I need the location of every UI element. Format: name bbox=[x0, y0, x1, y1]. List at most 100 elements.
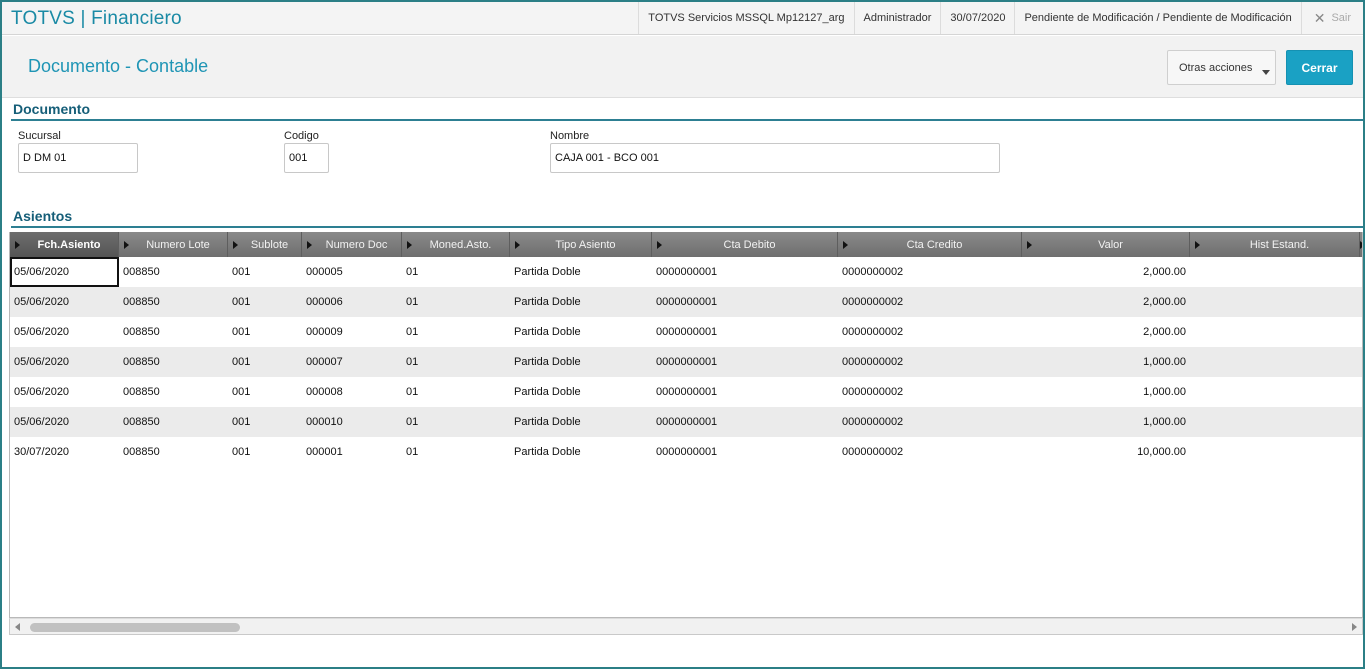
table-row[interactable]: 05/06/2020 008850 001 000008 01 Partida Doble… bbox=[10, 377, 1362, 407]
table-row[interactable]: 05/06/2020 008850 001 000006 01 Partida Doble… bbox=[10, 287, 1362, 317]
column-header[interactable]: Sublote bbox=[228, 232, 302, 257]
table-cell[interactable] bbox=[1190, 347, 1360, 377]
column-header[interactable]: Tipo Asiento bbox=[510, 232, 652, 257]
table-cell[interactable]: Partida Doble bbox=[510, 407, 652, 437]
nombre-field[interactable] bbox=[550, 143, 1000, 173]
table-cell[interactable]: F bbox=[1360, 407, 1362, 437]
table-cell[interactable]: F bbox=[1360, 287, 1362, 317]
table-cell[interactable]: Partida Doble bbox=[510, 257, 652, 287]
table-cell[interactable]: 000008 bbox=[302, 377, 402, 407]
table-cell[interactable]: 008850 bbox=[119, 437, 228, 467]
table-cell[interactable]: 0000000002 bbox=[838, 257, 1022, 287]
table-cell[interactable]: Partida Doble bbox=[510, 317, 652, 347]
column-header[interactable]: Hist Estand. bbox=[1190, 232, 1360, 257]
table-cell[interactable]: 001 bbox=[228, 257, 302, 287]
table-cell[interactable]: F bbox=[1360, 347, 1362, 377]
table-cell[interactable]: 05/06/2020 bbox=[10, 347, 119, 377]
table-cell[interactable]: F bbox=[1360, 377, 1362, 407]
column-header[interactable]: Numero Doc bbox=[302, 232, 402, 257]
column-header[interactable] bbox=[1360, 232, 1362, 257]
table-cell[interactable]: 05/06/2020 bbox=[10, 287, 119, 317]
table-cell[interactable]: Partida Doble bbox=[510, 347, 652, 377]
table-cell[interactable]: 0000000002 bbox=[838, 407, 1022, 437]
table-cell[interactable]: 008850 bbox=[119, 287, 228, 317]
scroll-left-icon[interactable] bbox=[15, 623, 20, 631]
table-row[interactable]: 05/06/2020 008850 001 000010 01 Partida Doble… bbox=[10, 407, 1362, 437]
table-cell[interactable]: Partida Doble bbox=[510, 377, 652, 407]
table-cell[interactable]: 05/06/2020 bbox=[10, 317, 119, 347]
table-row[interactable]: 05/06/2020 008850 001 000009 01 Partida Doble… bbox=[10, 317, 1362, 347]
table-cell[interactable]: 2,000.00 bbox=[1022, 317, 1190, 347]
table-cell[interactable]: F bbox=[1360, 437, 1362, 467]
table-row[interactable]: 05/06/2020 008850 001 000005 01 Partida Doble… bbox=[10, 257, 1362, 287]
table-cell[interactable]: 000009 bbox=[302, 317, 402, 347]
table-cell[interactable]: 0000000002 bbox=[838, 287, 1022, 317]
table-cell[interactable]: 0000000001 bbox=[652, 347, 838, 377]
scroll-right-icon[interactable] bbox=[1352, 623, 1357, 631]
table-cell[interactable]: 0000000001 bbox=[652, 317, 838, 347]
table-cell[interactable]: 001 bbox=[228, 287, 302, 317]
table-cell[interactable]: 008850 bbox=[119, 407, 228, 437]
table-cell[interactable]: 001 bbox=[228, 347, 302, 377]
table-cell[interactable]: 05/06/2020 bbox=[10, 407, 119, 437]
column-header[interactable]: Moned.Asto. bbox=[402, 232, 510, 257]
column-header[interactable]: Fch.Asiento bbox=[10, 232, 119, 257]
table-cell[interactable] bbox=[1190, 407, 1360, 437]
table-cell[interactable]: 1,000.00 bbox=[1022, 347, 1190, 377]
table-cell[interactable]: 0000000001 bbox=[652, 257, 838, 287]
table-cell[interactable]: 1,000.00 bbox=[1022, 377, 1190, 407]
table-cell[interactable]: 0000000001 bbox=[652, 377, 838, 407]
table-cell[interactable]: 0000000001 bbox=[652, 437, 838, 467]
table-cell[interactable]: 000007 bbox=[302, 347, 402, 377]
sucursal-field[interactable] bbox=[18, 143, 138, 173]
table-cell[interactable]: 05/06/2020 bbox=[10, 257, 119, 287]
table-cell[interactable]: 0000000001 bbox=[652, 407, 838, 437]
table-cell[interactable]: 01 bbox=[402, 287, 510, 317]
column-header[interactable]: Cta Debito bbox=[652, 232, 838, 257]
column-header[interactable]: Cta Credito bbox=[838, 232, 1022, 257]
table-cell[interactable] bbox=[1190, 317, 1360, 347]
table-cell[interactable] bbox=[1190, 287, 1360, 317]
table-cell[interactable]: 000006 bbox=[302, 287, 402, 317]
column-header[interactable]: Valor bbox=[1022, 232, 1190, 257]
table-cell[interactable]: 008850 bbox=[119, 257, 228, 287]
table-cell[interactable]: 05/06/2020 bbox=[10, 377, 119, 407]
table-cell[interactable]: 01 bbox=[402, 407, 510, 437]
table-cell[interactable]: 000005 bbox=[302, 257, 402, 287]
table-row[interactable]: 30/07/2020 008850 001 000001 01 Partida Doble… bbox=[10, 437, 1362, 467]
table-cell[interactable]: 0000000002 bbox=[838, 347, 1022, 377]
table-cell[interactable]: 001 bbox=[228, 407, 302, 437]
cerrar-button[interactable]: Cerrar bbox=[1286, 50, 1353, 85]
table-cell[interactable]: 0000000001 bbox=[652, 287, 838, 317]
table-cell[interactable]: 30/07/2020 bbox=[10, 437, 119, 467]
table-cell[interactable]: 001 bbox=[228, 317, 302, 347]
table-cell[interactable]: 10,000.00 bbox=[1022, 437, 1190, 467]
table-cell[interactable]: Partida Doble bbox=[510, 287, 652, 317]
table-cell[interactable]: 0000000002 bbox=[838, 437, 1022, 467]
table-cell[interactable]: 001 bbox=[228, 377, 302, 407]
table-cell[interactable]: 01 bbox=[402, 437, 510, 467]
table-cell[interactable]: 000001 bbox=[302, 437, 402, 467]
scrollbar-thumb[interactable] bbox=[30, 623, 240, 632]
table-cell[interactable]: 0000000002 bbox=[838, 317, 1022, 347]
table-cell[interactable]: 01 bbox=[402, 377, 510, 407]
table-cell[interactable]: 2,000.00 bbox=[1022, 287, 1190, 317]
table-cell[interactable] bbox=[1190, 257, 1360, 287]
horizontal-scrollbar[interactable] bbox=[9, 618, 1363, 635]
table-cell[interactable]: 0000000002 bbox=[838, 377, 1022, 407]
table-cell[interactable]: 008850 bbox=[119, 377, 228, 407]
table-cell[interactable] bbox=[1190, 377, 1360, 407]
asientos-grid[interactable]: Fch.Asiento Numero Lote Sublote Numero Doc M… bbox=[9, 232, 1363, 618]
table-cell[interactable]: F bbox=[1360, 257, 1362, 287]
table-cell[interactable]: 01 bbox=[402, 257, 510, 287]
table-cell[interactable]: 2,000.00 bbox=[1022, 257, 1190, 287]
otras-acciones-button[interactable]: Otras acciones bbox=[1167, 50, 1276, 85]
table-cell[interactable] bbox=[1190, 437, 1360, 467]
table-cell[interactable]: 01 bbox=[402, 317, 510, 347]
table-cell[interactable]: F bbox=[1360, 317, 1362, 347]
table-row[interactable]: 05/06/2020 008850 001 000007 01 Partida Doble… bbox=[10, 347, 1362, 377]
table-cell[interactable]: 01 bbox=[402, 347, 510, 377]
column-header[interactable]: Numero Lote bbox=[119, 232, 228, 257]
table-cell[interactable]: Partida Doble bbox=[510, 437, 652, 467]
exit-button[interactable]: ✕ Sair bbox=[1300, 2, 1363, 34]
